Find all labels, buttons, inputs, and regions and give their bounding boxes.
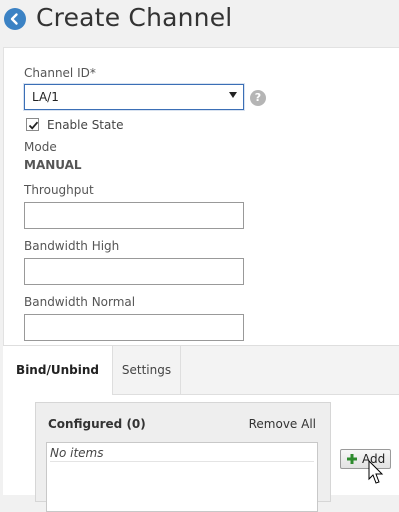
page-header: Create Channel xyxy=(0,0,399,40)
channel-id-select[interactable]: LA/1 xyxy=(24,84,244,110)
page-title: Create Channel xyxy=(36,3,233,32)
chevron-down-icon xyxy=(229,92,237,98)
bandwidth-normal-label: Bandwidth Normal xyxy=(24,295,136,309)
channel-id-label: Channel ID* xyxy=(24,66,96,80)
channel-id-value: LA/1 xyxy=(32,90,59,104)
throughput-label: Throughput xyxy=(24,183,94,197)
enable-state-checkbox[interactable] xyxy=(26,118,39,131)
configured-box: Configured (0) Remove All No items xyxy=(35,402,331,512)
list-item: No items xyxy=(50,446,314,462)
bandwidth-normal-input[interactable] xyxy=(24,314,244,341)
mode-value: MANUAL xyxy=(24,158,82,172)
bind-unbind-panel: Configured (0) Remove All No items xyxy=(3,395,399,512)
tab-bind-unbind[interactable]: Bind/Unbind xyxy=(3,346,113,396)
bandwidth-high-label: Bandwidth High xyxy=(24,239,120,253)
tab-settings[interactable]: Settings xyxy=(113,346,181,395)
remove-all-link[interactable]: Remove All xyxy=(249,417,316,431)
enable-state-label: Enable State xyxy=(47,118,124,132)
configured-title: Configured (0) xyxy=(48,417,146,431)
throughput-input[interactable] xyxy=(24,202,244,229)
mode-label: Mode xyxy=(24,140,57,154)
plus-icon xyxy=(347,454,357,464)
back-arrow-icon[interactable] xyxy=(4,8,26,30)
channel-form: Channel ID* LA/1 ? Enable State Mode MAN… xyxy=(3,47,399,347)
tabs-bar: Bind/Unbind Settings xyxy=(3,345,399,396)
mouse-cursor-icon xyxy=(368,460,384,484)
bandwidth-high-input[interactable] xyxy=(24,258,244,285)
help-icon[interactable]: ? xyxy=(250,90,266,106)
configured-items-list[interactable]: No items xyxy=(46,442,318,512)
